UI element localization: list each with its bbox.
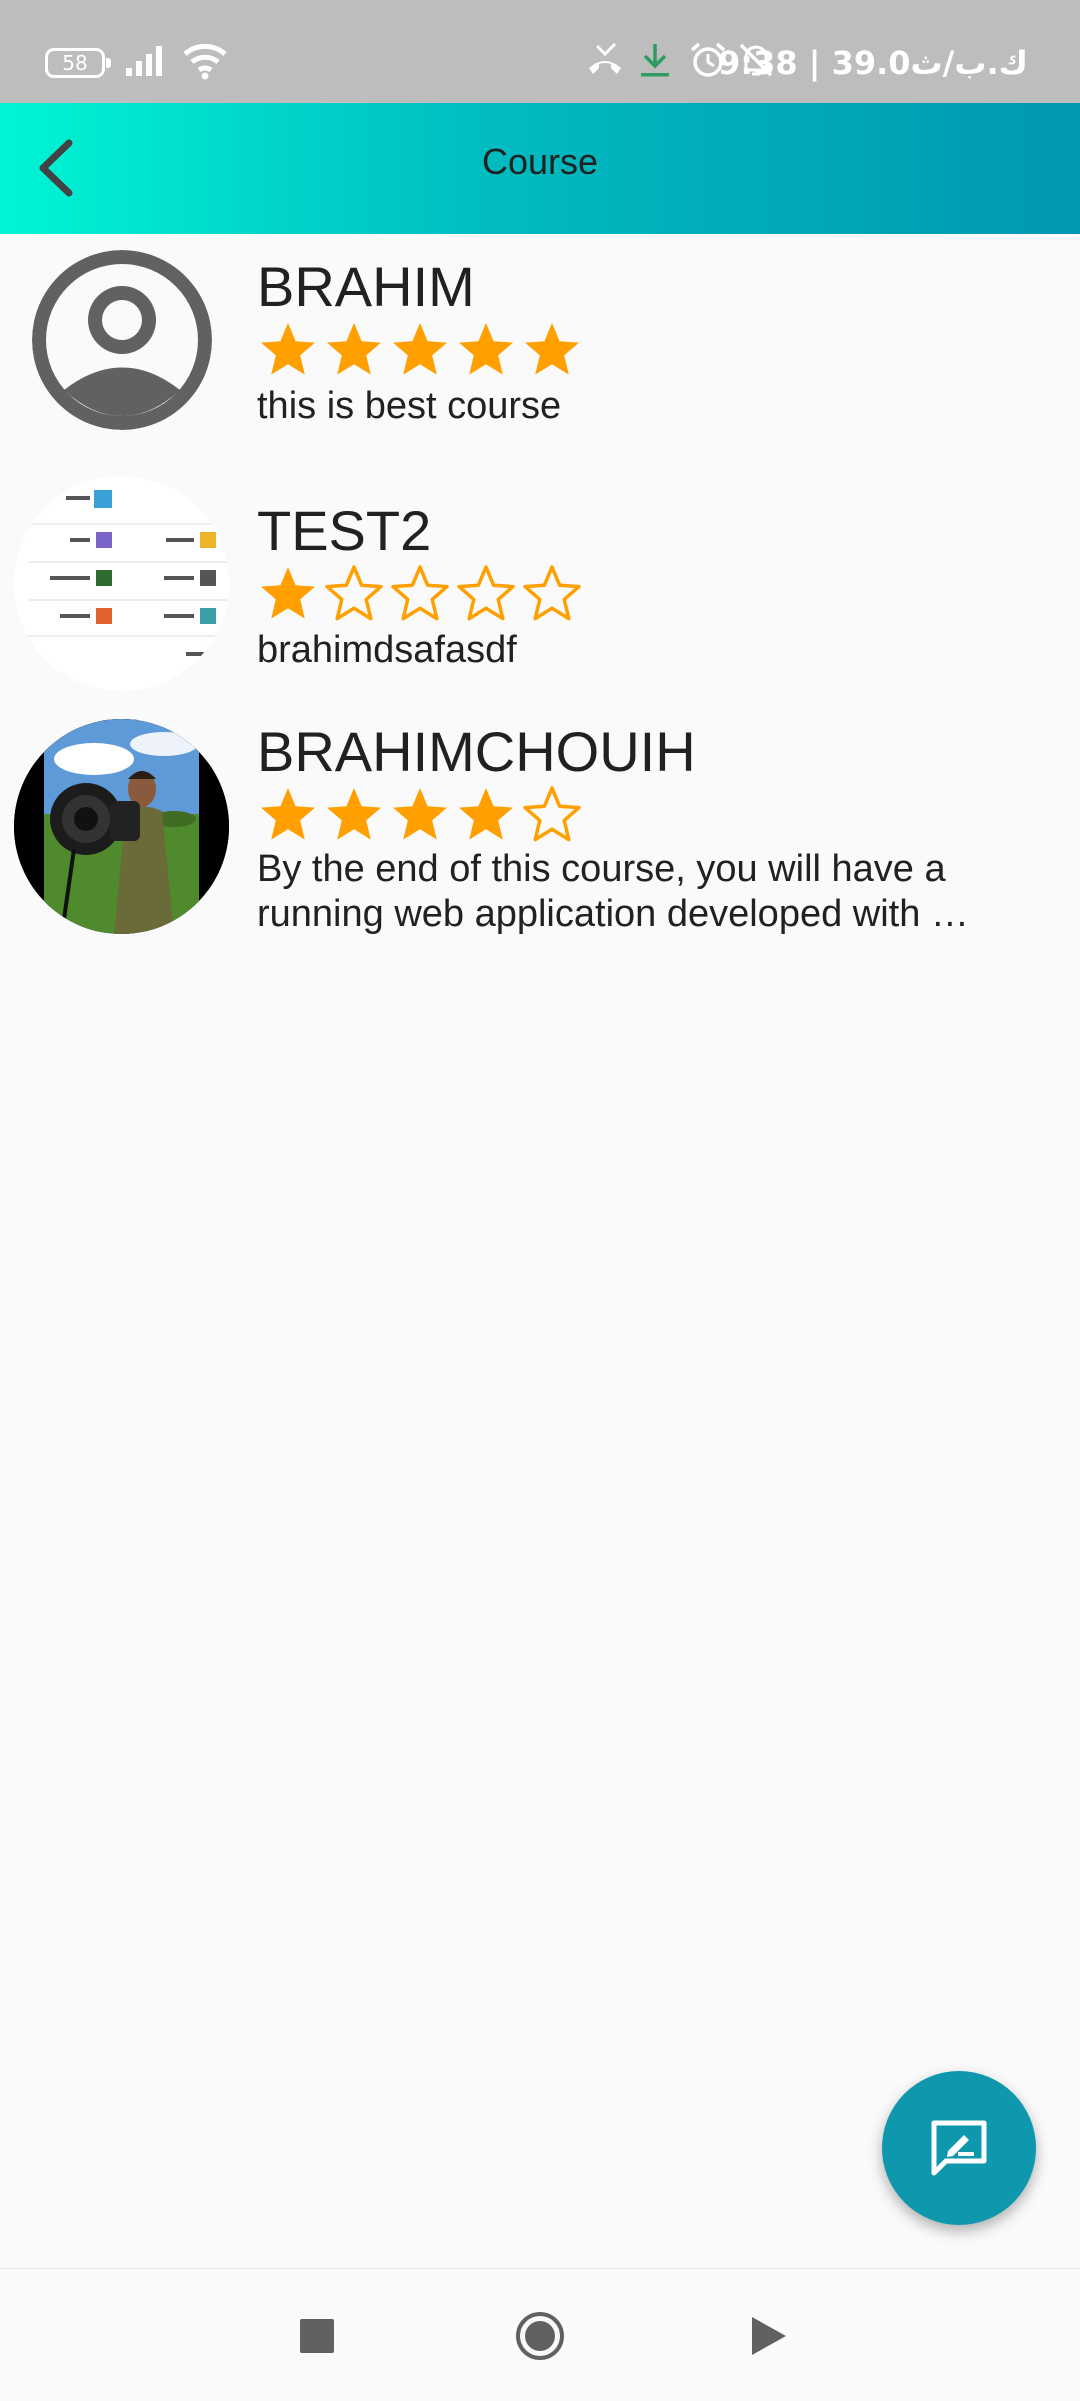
review-item[interactable]: BRAHIMCHOUIH By the end of this course, … (0, 719, 1080, 969)
page-title: Course (481, 141, 599, 182)
review-author: TEST2 (257, 499, 432, 562)
screenshot-thumbnail-icon (14, 476, 229, 691)
star-outline-icon (523, 786, 581, 842)
photo-man-with-camera-icon (14, 719, 229, 934)
review-list: BRAHIM this is best course TEST2 brahimd… (0, 234, 1080, 969)
star-filled-icon (261, 788, 315, 840)
star-filled-icon (261, 567, 315, 619)
review-item[interactable]: TEST2 brahimdsafasdf (0, 476, 1080, 719)
avatar (14, 476, 229, 691)
app-bar: Course (0, 103, 1080, 234)
star-outline-icon (457, 565, 515, 621)
battery-level: 58 (62, 51, 88, 75)
avatar (14, 719, 229, 934)
home-button[interactable] (515, 2311, 565, 2365)
star-filled-icon (393, 788, 447, 840)
rating-stars (257, 563, 583, 625)
star-outline-icon (325, 565, 383, 621)
home-circle-icon (516, 2312, 564, 2360)
recents-square-icon (300, 2319, 334, 2353)
rating-stars (257, 784, 583, 846)
back-nav-button[interactable] (752, 2317, 786, 2359)
star-filled-icon (393, 323, 447, 375)
review-item[interactable]: BRAHIM this is best course (0, 234, 1080, 476)
star-filled-icon (459, 788, 513, 840)
review-author: BRAHIMCHOUIH (257, 720, 696, 783)
download-icon (641, 44, 669, 77)
review-text: brahimdsafasdf (257, 629, 517, 671)
rate-review-icon (931, 2120, 987, 2176)
battery-icon: 58 (45, 48, 111, 78)
star-filled-icon (525, 323, 579, 375)
default-person-avatar-icon (32, 250, 212, 430)
review-text: By the end of this course, you will have… (257, 848, 969, 935)
star-filled-icon (261, 323, 315, 375)
avatar (32, 250, 212, 430)
back-triangle-icon (752, 2317, 786, 2355)
wifi-icon (183, 43, 227, 80)
review-text: this is best course (257, 385, 562, 427)
star-filled-icon (327, 323, 381, 375)
star-outline-icon (523, 565, 581, 621)
status-bar: 58 ك.ب/ث39.0 | 9:38 (0, 0, 1080, 103)
review-author: BRAHIM (257, 255, 475, 318)
star-outline-icon (391, 565, 449, 621)
star-filled-icon (327, 788, 381, 840)
navigation-bar (0, 2268, 1080, 2401)
rating-stars (257, 319, 583, 381)
recents-button[interactable] (300, 2319, 334, 2357)
signal-icon (126, 46, 162, 76)
star-filled-icon (459, 323, 513, 375)
missed-call-icon (589, 42, 621, 74)
status-text: ك.ب/ث39.0 | 9:38 (718, 44, 1028, 82)
write-review-button[interactable] (882, 2071, 1036, 2225)
